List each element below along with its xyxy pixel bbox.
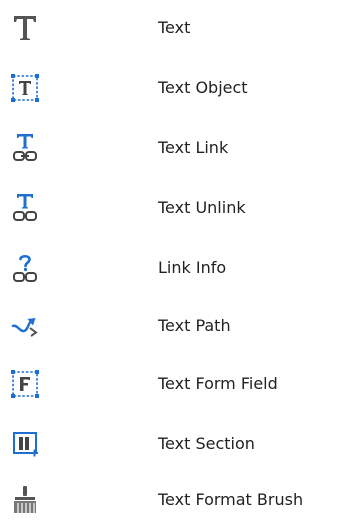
tool-label: Text [158,18,191,37]
text-path-icon [10,310,40,342]
tool-label: Text Form Field [158,374,278,393]
tool-row-text-format-brush[interactable]: Text Format Brush [0,480,359,520]
tool-row-text-link[interactable]: Text Link [0,128,359,168]
tool-row-text-unlink[interactable]: Text Unlink [0,188,359,228]
tool-row-text-section[interactable]: Text Section [0,424,359,464]
tool-label: Link Info [158,258,227,277]
tool-label: Text Unlink [158,198,246,217]
tool-row-text-object[interactable]: Text Object [0,68,359,108]
tool-label: Text Path [158,316,231,335]
text-icon [10,12,40,44]
text-section-icon [10,428,40,460]
text-object-icon [10,72,40,104]
text-tool-list: Text Text Object Text Link Text Unlink L… [0,0,359,527]
tool-row-text-path[interactable]: Text Path [0,306,359,346]
tool-label: Text Section [158,434,255,453]
tool-row-link-info[interactable]: Link Info [0,248,359,288]
tool-row-text[interactable]: Text [0,8,359,48]
tool-label: Text Object [158,78,248,97]
text-link-icon [10,132,40,164]
tool-row-text-form-field[interactable]: Text Form Field [0,364,359,404]
text-form-field-icon [10,368,40,400]
text-unlink-icon [10,192,40,224]
link-info-icon [10,252,40,284]
tool-label: Text Link [158,138,229,157]
tool-label: Text Format Brush [158,490,304,509]
text-format-brush-icon [10,484,40,516]
